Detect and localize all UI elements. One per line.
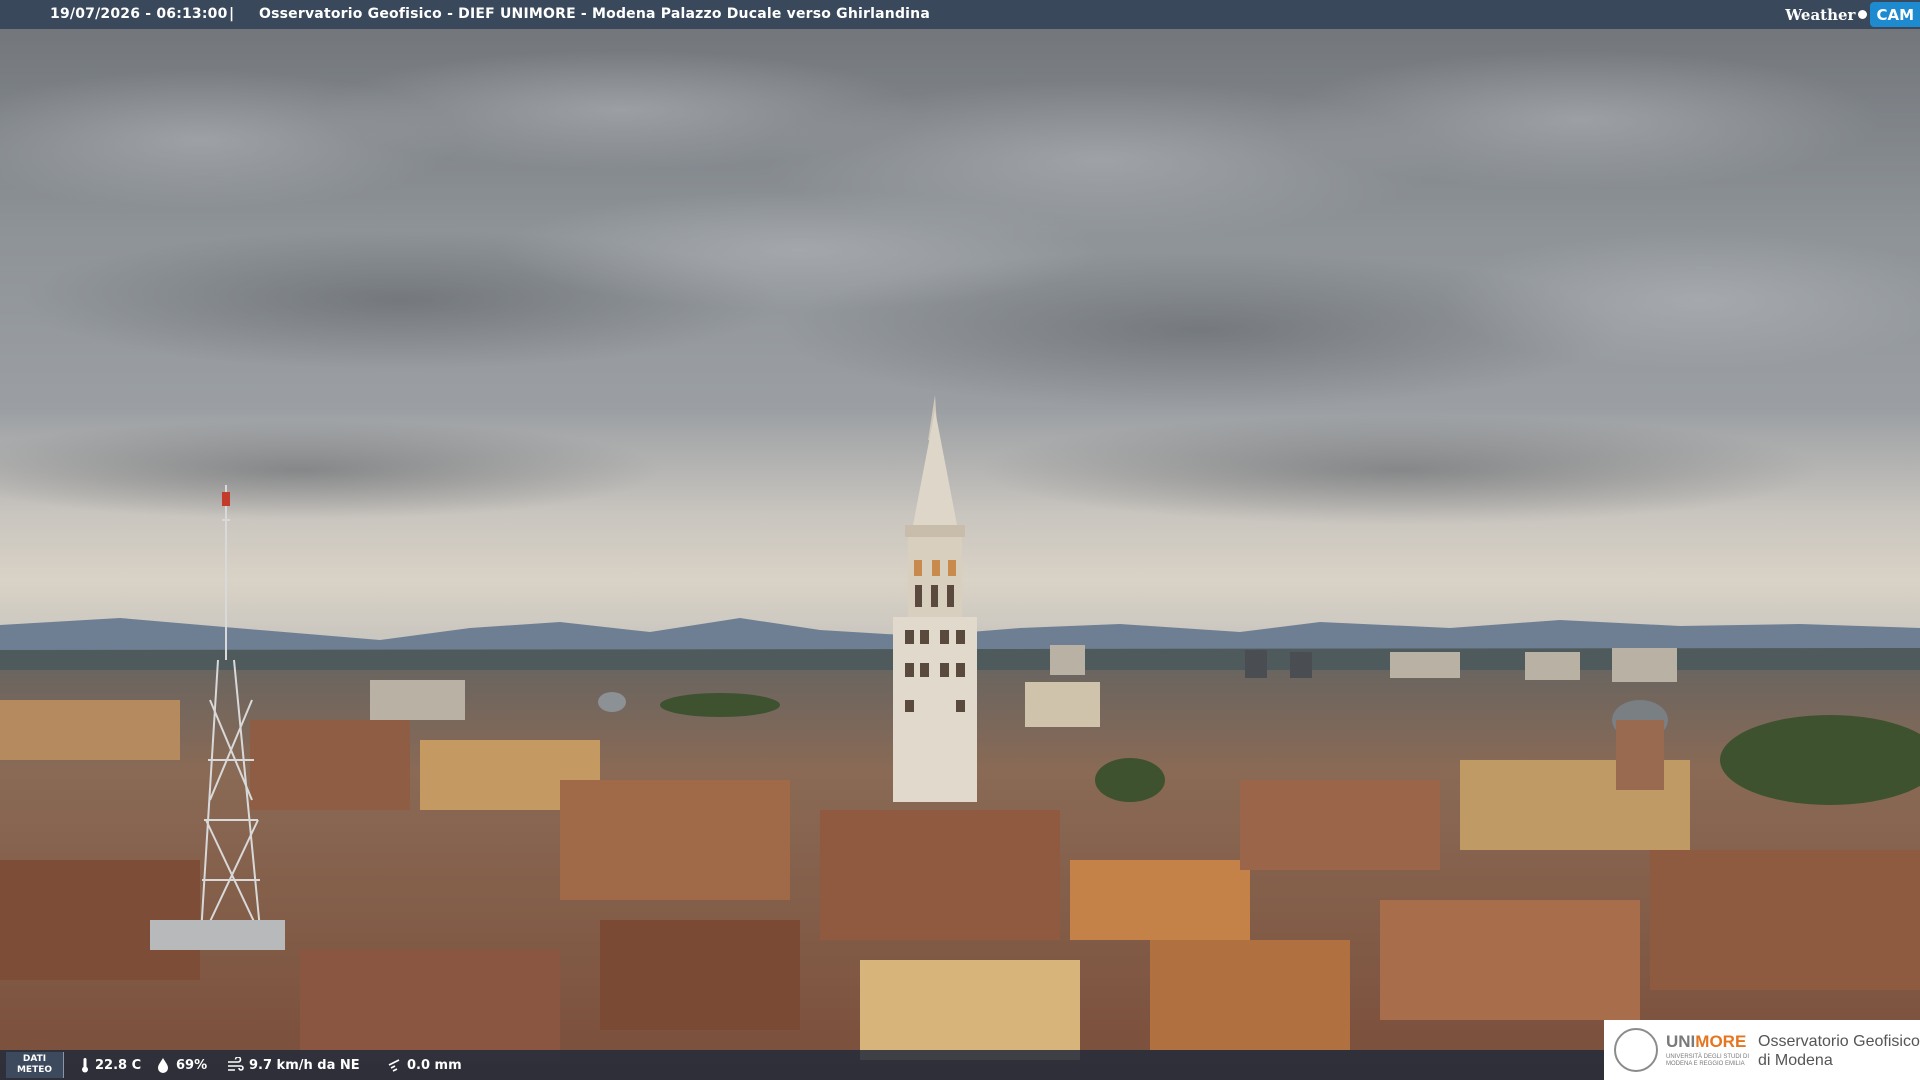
weathercam-logo: Weather CAM [1785,0,1920,29]
humidity-value: 69% [176,1057,208,1073]
university-subtitle: UNIVERSITÀ DEGLI STUDI DI MODENA E REGGI… [1666,1054,1749,1068]
temperature-metric: 22.8 C [80,1057,141,1073]
rain-icon [388,1059,400,1072]
university-subtitle-line1: UNIVERSITÀ DEGLI STUDI DI [1666,1054,1750,1060]
wind-icon [228,1057,244,1071]
wind-metric: 9.7 km/h da NE [226,1057,360,1073]
unimore-wordmark: UNIMORE [1666,1032,1746,1052]
unimore-logo-panel: UNIMORE UNIVERSITÀ DEGLI STUDI DI MODENA… [1604,1020,1920,1080]
humidity-metric: 69% [155,1057,207,1073]
weather-data-label-line1: DATI [22,1054,47,1064]
antenna-base-units [150,920,285,950]
brand-dot-icon [1858,10,1868,19]
unimore-more: MORE [1695,1032,1747,1051]
weather-data-label: DATI METEO [6,1052,64,1078]
brand-weather: Weather [1785,5,1856,24]
observatory-name: Osservatorio Geofisico di Modena [1758,1032,1920,1070]
observatory-name-line1: Osservatorio Geofisico [1758,1033,1920,1050]
humidity-drop-icon [158,1058,168,1073]
webcam-photo [0,0,1920,1080]
header-bar: 19/07/2026 - 06:13:00 | Osservatorio Geo… [0,0,1920,29]
rain-value: 0.0 mm [407,1057,462,1073]
antenna-red-tip [222,492,230,506]
wind-value: 9.7 km/h da NE [249,1057,360,1073]
weather-data-label-line2: METEO [16,1065,53,1075]
header-separator: | [229,6,235,22]
university-seal-icon [1614,1028,1658,1072]
thermometer-icon [82,1058,88,1073]
university-subtitle-line2: MODENA E REGGIO EMILIA [1666,1061,1745,1067]
temperature-value: 22.8 C [95,1057,142,1073]
weather-bar: DATI METEO 22.8 C 69% 9.7 km/h da NE 0.0… [0,1050,1604,1080]
camera-title: Osservatorio Geofisico - DIEF UNIMORE - … [259,6,930,22]
unimore-uni: UNI [1666,1032,1696,1051]
brand-cam: CAM [1870,2,1920,27]
timestamp: 19/07/2026 - 06:13:00 [50,6,228,22]
observatory-name-line2: di Modena [1758,1052,1833,1069]
rain-metric: 0.0 mm [386,1057,462,1073]
